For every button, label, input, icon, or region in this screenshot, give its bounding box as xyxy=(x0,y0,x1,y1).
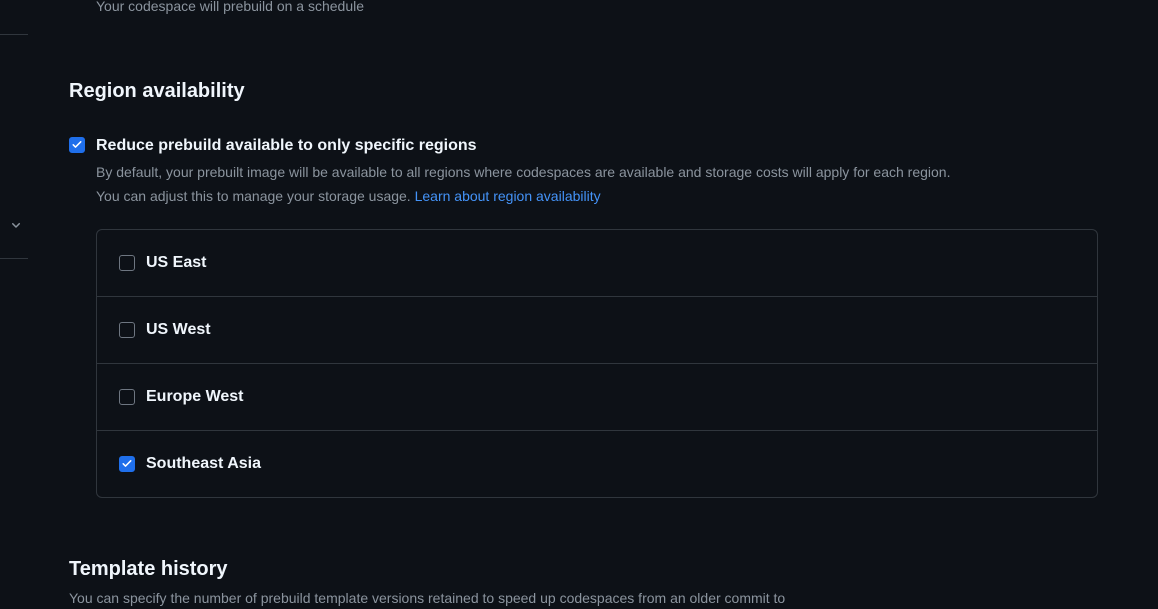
region-label-us-west: US West xyxy=(146,321,211,339)
sidebar-divider xyxy=(0,258,28,259)
region-availability-heading: Region availability xyxy=(69,80,1098,103)
reduce-region-label: Reduce prebuild available to only specif… xyxy=(96,135,477,157)
main-content: Your codespace will prebuild on a schedu… xyxy=(0,0,1158,609)
region-checkbox-southeast-asia[interactable] xyxy=(119,456,135,472)
region-row-southeast-asia[interactable]: Southeast Asia xyxy=(97,431,1097,497)
region-checkbox-europe-west[interactable] xyxy=(119,389,135,405)
region-row-europe-west[interactable]: Europe West xyxy=(97,364,1097,431)
region-list: US East US West Europe West Southeast As… xyxy=(96,229,1098,498)
template-history-heading: Template history xyxy=(69,558,1098,581)
reduce-region-block: Reduce prebuild available to only specif… xyxy=(69,135,1098,498)
region-label-europe-west: Europe West xyxy=(146,388,244,406)
learn-region-availability-link[interactable]: Learn about region availability xyxy=(415,188,601,204)
template-history-description: You can specify the number of prebuild t… xyxy=(69,587,1098,609)
region-checkbox-us-east[interactable] xyxy=(119,255,135,271)
region-label-southeast-asia: Southeast Asia xyxy=(146,455,261,473)
reduce-region-checkbox[interactable] xyxy=(69,137,85,153)
region-checkbox-us-west[interactable] xyxy=(119,322,135,338)
region-label-us-east: US East xyxy=(146,254,206,272)
sidebar-divider xyxy=(0,34,28,35)
region-row-us-west[interactable]: US West xyxy=(97,297,1097,364)
chevron-down-icon[interactable] xyxy=(8,217,24,233)
prebuild-schedule-text: Your codespace will prebuild on a schedu… xyxy=(96,0,1098,17)
reduce-region-description: By default, your prebuilt image will be … xyxy=(96,161,1098,209)
sidebar-stub xyxy=(0,0,28,566)
region-row-us-east[interactable]: US East xyxy=(97,230,1097,297)
